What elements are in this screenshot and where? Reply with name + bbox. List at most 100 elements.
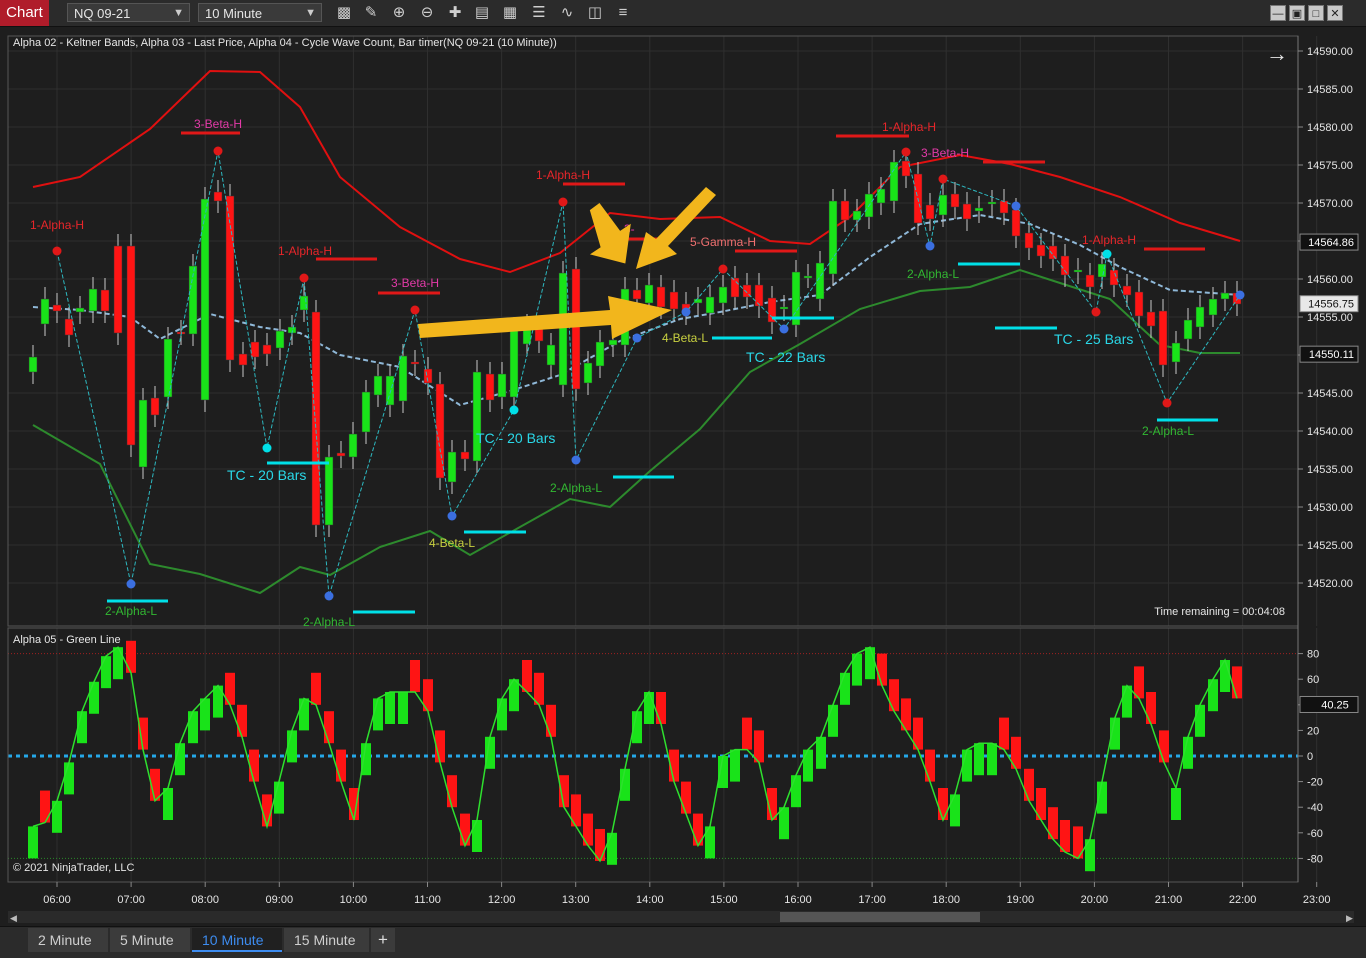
oscillator-bar: [311, 672, 321, 705]
candle-body: [1073, 269, 1083, 273]
price-tick-label: 14580.00: [1307, 122, 1353, 134]
candle-body: [1085, 274, 1095, 288]
wave-label: TC - 22 Bars: [746, 349, 825, 365]
wave-pivot: [571, 455, 581, 465]
time-tick-label: 12:00: [488, 894, 516, 906]
oscillator-bar: [987, 743, 997, 776]
horizontal-scrollbar[interactable]: [8, 911, 1354, 923]
wave-pivot: [938, 174, 948, 184]
price-tick-label: 14540.00: [1307, 426, 1353, 438]
oscillator-bar: [681, 781, 691, 814]
candle-body: [779, 306, 789, 310]
chart-title-tab[interactable]: Chart: [0, 0, 49, 26]
osc-marker-label: 40.25: [1321, 699, 1349, 711]
time-tick-label: 15:00: [710, 894, 738, 906]
oscillator-bar: [791, 775, 801, 808]
price-tick-label: 14590.00: [1307, 46, 1353, 58]
osc-tick-label: 20: [1307, 725, 1319, 737]
strategies-icon[interactable]: ☰: [528, 3, 550, 23]
wave-pivot: [447, 511, 457, 521]
osc-tick-label: -80: [1307, 853, 1323, 865]
wave-pivot: [632, 333, 642, 343]
tab-15-minute[interactable]: 15 Minute: [284, 928, 369, 952]
candle-body: [447, 451, 457, 483]
templates-icon[interactable]: ◫: [584, 3, 606, 23]
instrument-selector[interactable]: NQ 09-21 ▼: [67, 3, 190, 22]
candle-body: [52, 304, 62, 312]
candle-body: [987, 201, 997, 205]
bar-chart-icon[interactable]: ▩: [333, 3, 355, 23]
candle-body: [238, 353, 248, 366]
oscillator-bar: [398, 692, 408, 724]
properties-icon[interactable]: ∿: [556, 3, 578, 23]
candle-body: [925, 204, 935, 220]
add-tab-button[interactable]: +: [371, 928, 395, 952]
arrow-right-icon[interactable]: →: [1266, 41, 1288, 66]
price-tick-label: 14535.00: [1307, 464, 1353, 476]
candle-body: [754, 284, 764, 307]
more-icon[interactable]: ≡: [612, 3, 634, 23]
candle-body: [138, 399, 148, 468]
interval-selector[interactable]: 10 Minute ▼: [198, 3, 322, 22]
maximize-icon[interactable]: □: [1308, 5, 1324, 21]
wave-label: TC - 25 Bars: [1054, 331, 1133, 347]
zoom-in-icon[interactable]: ⊕: [388, 3, 410, 23]
wave-pivot: [558, 197, 568, 207]
time-tick-label: 21:00: [1155, 894, 1183, 906]
candle-body: [1011, 209, 1021, 237]
candle-body: [876, 188, 886, 204]
candle-body: [361, 391, 371, 433]
oscillator-bar: [962, 749, 972, 782]
time-tick-label: 10:00: [340, 894, 368, 906]
time-tick-label: 22:00: [1229, 894, 1257, 906]
tab-2-minute[interactable]: 2 Minute: [28, 928, 108, 952]
close-icon[interactable]: ✕: [1327, 5, 1343, 21]
oscillator-bar: [1195, 704, 1205, 737]
candle-body: [608, 339, 618, 346]
oscillator-bar: [299, 698, 309, 731]
crosshair-icon[interactable]: ✚: [444, 3, 466, 23]
oscillator-bar: [274, 781, 284, 814]
candle-body: [472, 371, 482, 462]
tab-10-minute[interactable]: 10 Minute: [192, 928, 282, 952]
time-tick-label: 16:00: [784, 894, 812, 906]
oscillator-bar: [410, 660, 420, 692]
oscillator-bar: [460, 813, 470, 846]
minimize-icon[interactable]: —: [1270, 5, 1286, 21]
candle-body: [1220, 292, 1230, 300]
wave-label: 3-Beta-H: [194, 117, 242, 131]
wave-pivot: [901, 147, 911, 157]
wave-label: 2-Alpha-L: [1142, 424, 1194, 438]
candle-body: [348, 433, 358, 458]
candle-body: [644, 284, 654, 304]
price-tick-label: 14585.00: [1307, 84, 1353, 96]
oscillator-bar: [877, 653, 887, 686]
candle-body: [385, 375, 395, 406]
zoom-out-icon[interactable]: ⊖: [416, 3, 438, 23]
time-tick-label: 14:00: [636, 894, 664, 906]
indicators-icon[interactable]: ▦: [499, 3, 521, 23]
oscillator-bar: [447, 775, 457, 808]
draw-pencil-icon[interactable]: ✎: [360, 3, 382, 23]
price-tick-label: 14525.00: [1307, 540, 1353, 552]
chart-canvas[interactable]: 1-Alpha-H 3-Beta-H 1-Alpha-H 3-Beta-H 1-Alph…: [0, 27, 1366, 925]
time-tick-label: 11:00: [414, 894, 441, 906]
time-tick-label: 17:00: [858, 894, 886, 906]
time-tick-label: 09:00: [266, 894, 294, 906]
candle-body: [1109, 269, 1119, 286]
oscillator-bar: [126, 640, 136, 673]
wave-pivot: [1102, 249, 1112, 259]
restore-icon[interactable]: ▣: [1289, 5, 1305, 21]
scroll-left-icon[interactable]: ◀: [10, 913, 17, 923]
candle-body: [460, 451, 470, 460]
oscillator-bar: [840, 672, 850, 705]
scrollbar-thumb[interactable]: [780, 912, 980, 922]
scroll-right-icon[interactable]: ▶: [1346, 913, 1353, 923]
time-tick-label: 23:00: [1303, 894, 1331, 906]
tab-5-minute[interactable]: 5 Minute: [110, 928, 190, 952]
candle-body: [889, 161, 899, 202]
data-box-icon[interactable]: ▤: [471, 3, 493, 23]
oscillator-bar: [324, 711, 334, 744]
candle-body: [583, 362, 593, 384]
candle-body: [1171, 342, 1181, 363]
